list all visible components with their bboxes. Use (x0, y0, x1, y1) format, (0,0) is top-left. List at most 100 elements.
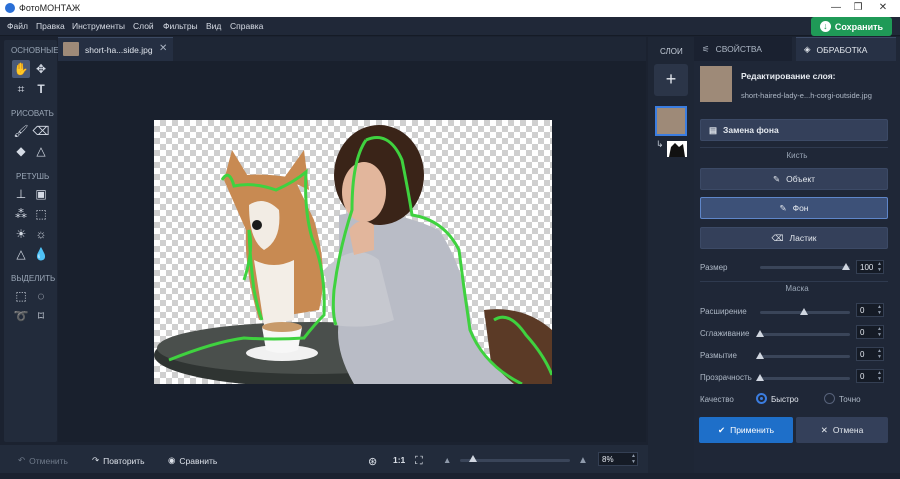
spinner-icon[interactable]: ▲ ▼ (877, 261, 882, 273)
eraser-icon: ⌫ (32, 124, 50, 138)
compare-button[interactable]: ◉ Сравнить (168, 455, 217, 466)
section-draw: РИСОВАТЬ (11, 109, 54, 118)
document-tab[interactable]: short-ha...side.jpg ✕ (58, 37, 173, 61)
layer-link-icon: ↳ (656, 139, 664, 149)
add-layer-button[interactable]: + (654, 64, 688, 96)
text-tool[interactable]: T (32, 80, 50, 98)
spinner-icon[interactable]: ▲ ▼ (877, 326, 882, 338)
brush-tool[interactable]: 🖌 (12, 122, 30, 140)
layer-thumbnail[interactable] (655, 106, 687, 136)
cancel-button[interactable]: ✕ Отмена (796, 417, 888, 443)
fit-screen-icon[interactable]: ⛶ (415, 455, 423, 468)
properties-panel: ⚟ СВОЙСТВА ◈ ОБРАБОТКА Редактирование сл… (694, 37, 900, 473)
minimize-icon[interactable]: — (829, 2, 843, 13)
opacity-slider[interactable] (760, 377, 850, 380)
menu-help[interactable]: Справка (230, 21, 263, 31)
smooth-slider[interactable] (760, 333, 850, 336)
close-icon[interactable]: ✕ (876, 2, 890, 13)
expand-input[interactable]: 0 ▲ ▼ (856, 303, 884, 317)
fill-tool[interactable]: ◆ (12, 142, 30, 160)
maximize-icon[interactable]: ❐ (851, 2, 865, 13)
tool-panel: ОСНОВНЫЕ ✋ ✥ ⌗ T РИСОВАТЬ 🖌 ⌫ ◆ △ РЕТУШЬ… (4, 40, 59, 442)
expand-slider-knob[interactable] (800, 308, 808, 315)
pattern-tool[interactable]: ⁂ (12, 205, 30, 223)
lasso-tool[interactable]: ➰ (12, 307, 30, 325)
precise-radio[interactable] (824, 393, 835, 404)
move-icon: ✥ (35, 62, 47, 76)
app-title: ФотоМОНТАЖ (19, 3, 81, 13)
blur-slider[interactable] (760, 355, 850, 358)
object-brush-button[interactable]: ✎ Объект (700, 168, 888, 190)
size-slider[interactable] (760, 266, 850, 269)
rect-select-tool[interactable]: ⬚ (12, 287, 30, 305)
apply-button[interactable]: ✔ Применить (699, 417, 793, 443)
image-canvas[interactable] (154, 120, 552, 384)
fast-radio[interactable] (756, 393, 767, 404)
eraser-button[interactable]: ⌫ Ластик (700, 227, 888, 249)
undo-button[interactable]: ↶ Отменить (18, 455, 68, 466)
heal-tool[interactable]: ▣ (32, 185, 50, 203)
eraser-icon: ⌫ (771, 232, 784, 243)
burn-tool[interactable]: ☼ (32, 225, 50, 243)
poly-lasso-tool[interactable]: ⌑ (32, 307, 50, 325)
tab-processing[interactable]: ◈ ОБРАБОТКА (796, 37, 896, 61)
zoom-out-icon[interactable]: ▲ (443, 455, 451, 465)
menu-file[interactable]: Файл (7, 21, 28, 31)
sharpen-tool[interactable]: △ (12, 245, 30, 263)
smooth-input[interactable]: 0 ▲ ▼ (856, 325, 884, 339)
text-icon: T (37, 82, 45, 96)
precise-label: Точно (839, 395, 861, 404)
dodge-tool[interactable]: ☀ (12, 225, 30, 243)
size-input[interactable]: 100 ▲ ▼ (856, 260, 884, 274)
layer-mask-thumbnail[interactable] (667, 141, 687, 157)
zoom-input[interactable]: 8% ▲ ▼ (598, 452, 638, 466)
menu-view[interactable]: Вид (206, 21, 221, 31)
size-label: Размер (700, 263, 728, 272)
background-brush-button[interactable]: ✎ Фон (700, 197, 888, 219)
quality-label: Качество (700, 395, 734, 404)
menu-tools[interactable]: Инструменты (72, 21, 125, 31)
save-button[interactable]: ↓ Сохранить (811, 17, 892, 36)
menu-bar: Файл Правка Инструменты Слой Фильтры Вид… (0, 17, 900, 36)
magnet-icon[interactable]: ⊛ (368, 455, 377, 468)
menu-filters[interactable]: Фильтры (163, 21, 198, 31)
opacity-slider-knob[interactable] (756, 374, 764, 381)
check-icon: ✔ (717, 424, 726, 435)
spinner-icon[interactable]: ▲ ▼ (631, 453, 636, 465)
size-slider-knob[interactable] (842, 263, 850, 270)
x-icon: ✕ (820, 424, 828, 435)
crop-tool[interactable]: ⌗ (12, 80, 30, 98)
zoom-slider-knob[interactable] (468, 455, 477, 462)
ratio-button[interactable]: 1:1 (393, 455, 405, 465)
shapes-tool[interactable]: △ (32, 142, 50, 160)
document-thumbnail (63, 42, 79, 56)
ellipse-select-tool[interactable]: ◌ (32, 287, 50, 305)
menu-edit[interactable]: Правка (36, 21, 65, 31)
spinner-icon[interactable]: ▲ ▼ (877, 348, 882, 360)
redo-button[interactable]: ↷ Повторить (92, 455, 145, 466)
blur-tool[interactable]: 💧 (32, 245, 50, 263)
tab-properties[interactable]: ⚟ СВОЙСТВА (694, 37, 792, 61)
zoom-in-icon[interactable]: ▲ (578, 455, 588, 466)
blur-slider-knob[interactable] (756, 352, 764, 359)
opacity-input[interactable]: 0 ▲ ▼ (856, 369, 884, 383)
mask-shape-icon (669, 143, 685, 157)
patch-tool[interactable]: ⬚ (32, 205, 50, 223)
brush-header: Кисть (786, 151, 808, 160)
blur-input[interactable]: 0 ▲ ▼ (856, 347, 884, 361)
close-tab-icon[interactable]: ✕ (159, 43, 167, 54)
replace-background-button[interactable]: ▤ Замена фона (700, 119, 888, 141)
stamp-tool[interactable]: ⊥ (12, 185, 30, 203)
eraser-tool[interactable]: ⌫ (32, 122, 50, 140)
hand-tool[interactable]: ✋ (12, 60, 30, 78)
menu-layer[interactable]: Слой (133, 21, 154, 31)
move-tool[interactable]: ✥ (32, 60, 50, 78)
sliders-icon: ⚟ (702, 43, 710, 54)
brush-minus-icon: ✎ (779, 202, 787, 213)
layers-icon: ◈ (804, 44, 811, 54)
blur-drop-icon: 💧 (33, 247, 49, 261)
spinner-icon[interactable]: ▲ ▼ (877, 370, 882, 382)
lasso-icon: ➰ (13, 309, 29, 323)
spinner-icon[interactable]: ▲ ▼ (877, 304, 882, 316)
smooth-slider-knob[interactable] (756, 330, 764, 337)
